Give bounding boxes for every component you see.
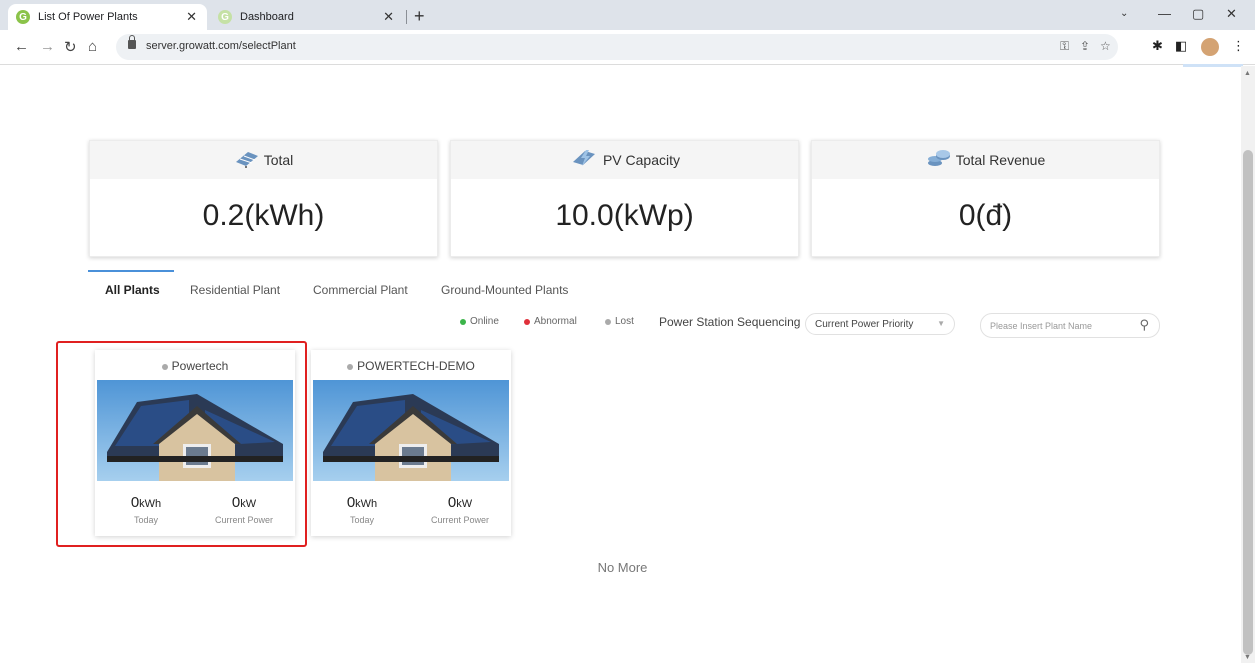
plant-search-input[interactable]: Please Insert Plant Name ⚲ <box>980 313 1160 338</box>
growatt-favicon-icon: G <box>16 10 30 24</box>
tab-divider <box>406 10 407 24</box>
browser-toolbar: ← → ↻ ⌂ server.growatt.com/selectPlant ⚿… <box>0 30 1255 65</box>
selection-highlight-box <box>56 341 307 547</box>
pv-capacity-label: PV Capacity <box>602 152 681 168</box>
online-dot-icon <box>460 318 466 325</box>
browser-tab-title: List Of Power Plants <box>38 11 138 23</box>
plant-card-powertech-demo[interactable]: POWERTECH-DEMO 0kWh Today 0kW Current Po… <box>311 350 511 536</box>
today-energy-value: 0 <box>346 494 356 511</box>
sequencing-selected-value: Current Power Priority <box>815 318 914 330</box>
minimize-icon[interactable]: — <box>1158 6 1171 21</box>
current-power-metric: 0kW Current Power <box>415 494 505 525</box>
scroll-down-arrow-icon[interactable]: ▼ <box>1244 654 1251 661</box>
new-tab-plus-icon[interactable]: + <box>414 6 425 27</box>
lightning-icon <box>569 148 599 173</box>
address-bar[interactable]: server.growatt.com/selectPlant ⚿ ⇪ ☆ <box>116 34 1118 60</box>
no-more-text: No More <box>597 560 648 575</box>
status-dot-icon <box>347 364 354 370</box>
maximize-icon[interactable]: ▢ <box>1192 6 1204 22</box>
home-icon[interactable]: ⌂ <box>88 38 97 55</box>
back-arrow-icon[interactable]: ← <box>14 38 29 55</box>
total-revenue-value: 0(đ) <box>958 199 1013 232</box>
tab-all-plants[interactable]: All Plants <box>105 283 160 297</box>
coins-icon <box>926 148 952 173</box>
legend-online-label: Online <box>470 316 499 327</box>
bookmark-star-icon[interactable]: ☆ <box>1100 39 1111 53</box>
total-energy-card: Total 0.2(kWh) <box>89 140 438 257</box>
caret-down-icon: ▼ <box>937 319 945 328</box>
tab-commercial-plant[interactable]: Commercial Plant <box>313 283 408 297</box>
browser-tab-list-of-power-plants[interactable]: G List Of Power Plants ✕ <box>8 4 207 30</box>
pv-capacity-card: PV Capacity 10.0(kWp) <box>450 140 799 257</box>
browser-menu-icon[interactable]: ⋮ <box>1232 38 1245 54</box>
browser-tab-dashboard[interactable]: G Dashboard ✕ <box>210 4 404 30</box>
legend-lost: Lost <box>605 316 634 327</box>
close-tab-icon[interactable]: ✕ <box>186 9 197 25</box>
share-icon[interactable]: ⇪ <box>1080 39 1090 53</box>
sequencing-select[interactable]: Current Power Priority ▼ <box>805 313 955 335</box>
url-text: server.growatt.com/selectPlant <box>146 40 296 52</box>
total-label: Total <box>263 152 294 168</box>
today-label: Today <box>349 515 375 525</box>
pv-capacity-value: 10.0(kWp) <box>555 199 694 232</box>
close-tab-icon[interactable]: ✕ <box>383 9 394 25</box>
search-placeholder: Please Insert Plant Name <box>990 320 1093 331</box>
legend-lost-label: Lost <box>615 316 634 327</box>
browser-tab-strip: G List Of Power Plants ✕ G Dashboard ✕ +… <box>0 0 1255 30</box>
forward-arrow-icon[interactable]: → <box>40 38 55 55</box>
window-close-icon[interactable]: ✕ <box>1226 6 1237 22</box>
plant-name: POWERTECH-DEMO <box>311 359 511 373</box>
tab-ground-mounted-plants[interactable]: Ground-Mounted Plants <box>441 283 568 297</box>
current-power-unit: kW <box>456 498 473 510</box>
current-power-value: 0 <box>447 494 457 511</box>
abnormal-dot-icon <box>524 318 530 325</box>
search-icon[interactable]: ⚲ <box>1139 317 1149 333</box>
scroll-up-arrow-icon[interactable]: ▲ <box>1244 70 1251 77</box>
sequencing-label: Power Station Sequencing <box>659 315 801 329</box>
total-revenue-label: Total Revenue <box>955 152 1046 168</box>
lost-dot-icon <box>605 318 611 325</box>
active-tab-indicator <box>88 270 174 272</box>
reload-icon[interactable]: ↻ <box>64 38 77 56</box>
legend-abnormal-label: Abnormal <box>534 316 577 327</box>
extensions-puzzle-icon[interactable]: ✱ <box>1152 38 1163 54</box>
house-solar-photo <box>313 380 509 481</box>
legend-abnormal: Abnormal <box>524 316 577 327</box>
side-panel-icon[interactable]: ◧ <box>1175 38 1187 54</box>
today-energy-unit: kWh <box>355 498 378 510</box>
solar-panel-icon <box>234 148 260 173</box>
toolbar-accent <box>1183 64 1243 67</box>
tab-residential-plant[interactable]: Residential Plant <box>190 283 280 297</box>
growatt-favicon-icon: G <box>218 10 232 24</box>
browser-tab-title: Dashboard <box>240 11 294 23</box>
scrollbar-thumb[interactable] <box>1243 150 1253 655</box>
total-revenue-card: Total Revenue 0(đ) <box>811 140 1160 257</box>
today-energy-metric: 0kWh Today <box>317 494 407 525</box>
total-value: 0.2(kWh) <box>202 199 325 232</box>
lock-icon <box>128 35 136 49</box>
key-icon[interactable]: ⚿ <box>1060 39 1069 54</box>
legend-online: Online <box>460 316 499 327</box>
profile-avatar[interactable] <box>1201 38 1219 56</box>
current-power-label: Current Power <box>430 515 490 525</box>
tab-search-chevron-icon[interactable]: ⌄ <box>1120 8 1128 19</box>
